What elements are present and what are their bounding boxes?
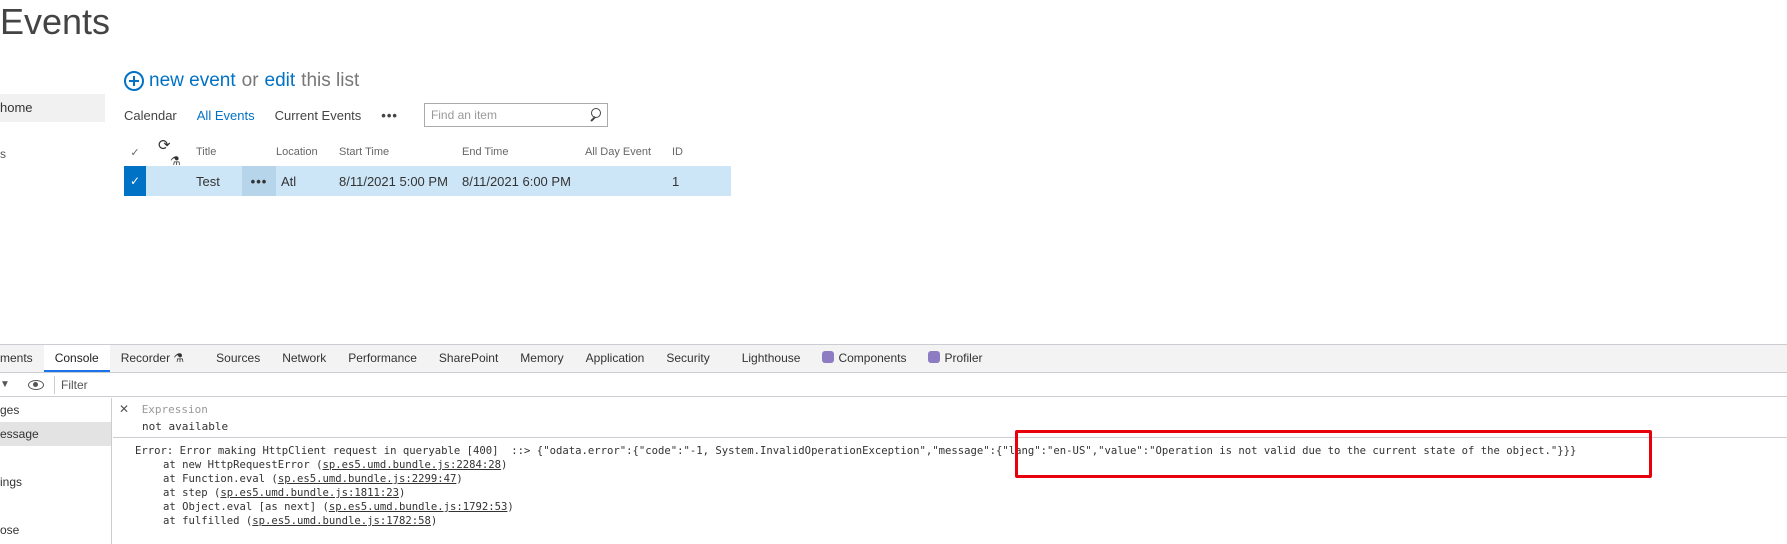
row-checkbox-checked-icon[interactable]: ✓ (124, 166, 146, 196)
stack-line: at Object.eval [as next] (sp.es5.umd.bun… (135, 500, 1787, 514)
views-row: Calendar All Events Current Events ••• F… (124, 103, 608, 127)
tab-sources[interactable]: Sources (205, 345, 271, 372)
tab-components-label: Components (838, 351, 907, 365)
column-all-day[interactable]: All Day Event (585, 146, 672, 158)
row-start-time: 8/11/2021 5:00 PM (339, 173, 448, 189)
stack-line-suffix: ) (399, 487, 406, 499)
stack-line: at step (sp.es5.umd.bundle.js:1811:23) (135, 486, 1787, 500)
sidebar-item-user-messages[interactable]: essage (0, 422, 111, 446)
sidebar-item-info[interactable] (0, 494, 111, 518)
tab-recorder[interactable]: Recorder ⚗ (110, 345, 195, 372)
react-components-icon (822, 351, 835, 363)
nav-item-s[interactable]: s (0, 140, 105, 168)
stack-line-text: at Function.eval ( (163, 473, 278, 485)
stack-line: at new HttpRequestError (sp.es5.umd.bund… (135, 458, 1787, 472)
tab-security[interactable]: Security (655, 345, 720, 372)
search-box[interactable]: Find an item (423, 103, 608, 127)
stack-line-text: at Object.eval [as next] ( (163, 501, 329, 513)
filter-input[interactable]: Filter (54, 375, 88, 394)
column-location[interactable]: Location (276, 146, 339, 158)
page-title: Events (0, 1, 111, 42)
nav-item-home[interactable]: home (0, 94, 105, 122)
edit-list-link[interactable]: edit (265, 68, 296, 94)
console-toolbar: ▼ Filter (0, 373, 1787, 397)
stack-line-text: at fulfilled ( (163, 515, 253, 527)
react-profiler-icon (928, 351, 941, 363)
close-icon[interactable]: ✕ (119, 402, 129, 416)
tab-memory[interactable]: Memory (509, 345, 574, 372)
tab-elements[interactable]: ments (0, 345, 44, 372)
attachment-people-icon: ⚗ (170, 154, 181, 168)
stack-line-suffix: ) (430, 515, 438, 527)
stack-line-text: at step ( (163, 487, 221, 499)
tab-sharepoint[interactable]: SharePoint (428, 345, 509, 372)
row-more-button[interactable]: ••• (242, 166, 276, 196)
search-input[interactable]: Find an item (431, 108, 497, 122)
stack-line-text: at new HttpRequestError ( (163, 459, 323, 471)
row-end-time: 8/11/2021 6:00 PM (462, 173, 571, 189)
more-views-button[interactable]: ••• (381, 108, 398, 123)
expression-label[interactable]: Expression (142, 403, 208, 416)
eye-icon[interactable] (28, 379, 44, 390)
stack-trace: at new HttpRequestError (sp.es5.umd.bund… (135, 458, 1787, 528)
column-id[interactable]: ID (672, 146, 702, 158)
new-event-link[interactable]: new event (149, 68, 236, 94)
tab-profiler[interactable]: Profiler (917, 345, 993, 372)
devtools-tabs: ments Console Recorder ⚗ Sources Network… (0, 345, 1787, 373)
view-tab-all-events[interactable]: All Events (197, 108, 255, 123)
source-link[interactable]: sp.es5.umd.bundle.js:2284:28 (322, 459, 501, 471)
or-text: or (241, 70, 259, 91)
row-title[interactable]: Test (196, 174, 242, 189)
tab-performance[interactable]: Performance (337, 345, 428, 372)
console-error-message: Error: Error making HttpClient request i… (113, 438, 1787, 528)
tab-network[interactable]: Network (271, 345, 337, 372)
tab-console[interactable]: Console (43, 345, 110, 372)
stack-line-suffix: ) (456, 473, 463, 485)
source-link[interactable]: sp.es5.umd.bundle.js:1792:53 (329, 501, 508, 513)
table-row[interactable]: ✓ Test ••• Atl 8/11/2021 5:00 PM 8/11/20… (124, 166, 731, 196)
column-end-time[interactable]: End Time (462, 146, 585, 158)
console-output: ✕ Expression not available Error: Error … (113, 398, 1787, 544)
expression-value: not available (142, 420, 229, 433)
tab-application[interactable]: Application (575, 345, 656, 372)
add-circle-icon[interactable] (124, 71, 144, 91)
stack-line: at fulfilled (sp.es5.umd.bundle.js:1782:… (135, 514, 1787, 528)
devtools-panel: ments Console Recorder ⚗ Sources Network… (0, 344, 1787, 544)
this-list-text: this list (301, 70, 360, 91)
sidebar-item-messages[interactable]: ges (0, 398, 111, 422)
error-line: Error: Error making HttpClient request i… (135, 445, 1577, 457)
view-tab-calendar[interactable]: Calendar (124, 108, 177, 123)
source-link[interactable]: sp.es5.umd.bundle.js:1811:23 (220, 487, 399, 499)
column-start-time[interactable]: Start Time (339, 146, 462, 158)
sidebar-item-errors[interactable] (0, 446, 111, 470)
row-id: 1 (672, 173, 680, 189)
source-link[interactable]: sp.es5.umd.bundle.js:2299:47 (278, 473, 457, 485)
search-icon[interactable] (585, 104, 607, 126)
console-sidebar: ges essage ings ose (0, 398, 112, 544)
tab-components[interactable]: Components (811, 345, 917, 372)
left-nav: home s (0, 94, 105, 168)
sync-icon[interactable]: ⟳ (158, 137, 171, 154)
view-tab-current-events[interactable]: Current Events (275, 108, 362, 123)
chevron-down-icon[interactable]: ▼ (0, 379, 20, 390)
tab-profiler-label: Profiler (944, 351, 983, 365)
sidebar-item-verbose[interactable]: ose (0, 518, 111, 542)
sidebar-item-warnings[interactable]: ings (0, 470, 111, 494)
row-location: Atl (281, 173, 297, 189)
source-link[interactable]: sp.es5.umd.bundle.js:1782:58 (252, 515, 431, 527)
live-expression: ✕ Expression not available (113, 398, 1787, 438)
stack-line: at Function.eval (sp.es5.umd.bundle.js:2… (135, 472, 1787, 486)
column-title[interactable]: Title (196, 146, 242, 158)
sync-column-header: ⟳ ⚗ (146, 136, 196, 168)
stack-line-suffix: ) (501, 459, 508, 471)
list-header: ✓ ⟳ ⚗ Title Location Start Time End Time… (124, 137, 731, 168)
tab-lighthouse[interactable]: Lighthouse (731, 345, 812, 372)
stack-line-suffix: ) (507, 501, 514, 513)
select-all-check-icon[interactable]: ✓ (124, 146, 146, 159)
new-event-row: new event or edit this list (124, 68, 359, 94)
events-list: ✓ ⟳ ⚗ Title Location Start Time End Time… (124, 137, 731, 196)
